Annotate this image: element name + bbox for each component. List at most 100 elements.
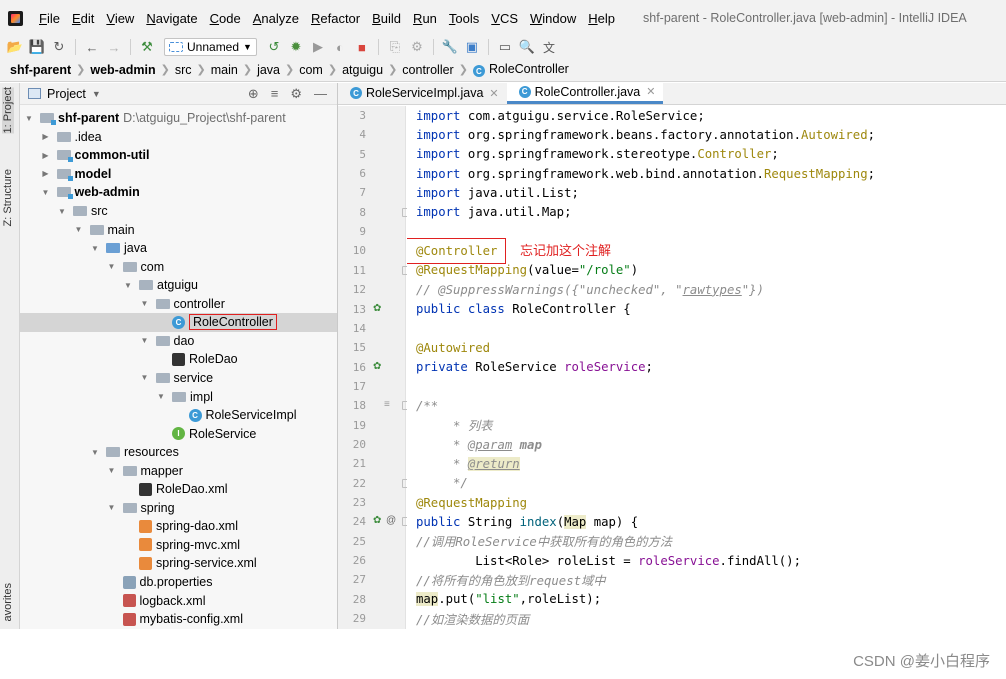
breadcrumb-item[interactable]: web-admin xyxy=(90,63,155,77)
tree-item[interactable]: ▶ common-util xyxy=(20,146,337,165)
tree-item[interactable]: spring-mvc.xml xyxy=(20,536,337,555)
request-mapping-gutter-icon[interactable]: @ xyxy=(386,515,396,526)
chevron-down-icon[interactable]: ▼ xyxy=(24,114,34,123)
menu-run[interactable]: Run xyxy=(407,11,443,26)
project-view-select[interactable]: Project xyxy=(47,87,86,101)
vcs-commit-icon[interactable]: ⚙ xyxy=(408,38,426,56)
chevron-down-icon[interactable]: ▼ xyxy=(123,281,133,290)
chevron-down-icon[interactable]: ▼ xyxy=(92,89,101,99)
tool-tab-favorites[interactable]: avorites xyxy=(2,583,14,622)
gear-icon[interactable]: ⚙ xyxy=(290,86,302,102)
spring-bean-gutter-icon[interactable]: ✿ xyxy=(373,515,381,526)
menu-view[interactable]: View xyxy=(100,11,140,26)
chevron-down-icon[interactable]: ▼ xyxy=(107,262,117,271)
menu-file[interactable]: File xyxy=(33,11,66,26)
tree-item[interactable]: ▶ .idea xyxy=(20,128,337,147)
breadcrumb-item[interactable]: com xyxy=(299,63,323,77)
tree-item[interactable]: ▼ shf-parent D:\atguigu_Project\shf-parent xyxy=(20,109,337,128)
menu-code[interactable]: Code xyxy=(204,11,247,26)
tree-item[interactable]: RoleDao.xml xyxy=(20,480,337,499)
run-configuration-select[interactable]: Unnamed ▼ xyxy=(164,38,257,56)
menu-tools[interactable]: Tools xyxy=(443,11,485,26)
run-with-coverage-icon[interactable]: ▶ xyxy=(309,38,327,56)
menu-analyze[interactable]: Analyze xyxy=(247,11,305,26)
spring-bean-gutter-icon[interactable]: ✿ xyxy=(373,361,381,372)
terminal-icon[interactable]: ▭ xyxy=(496,38,514,56)
stop-icon[interactable]: ■ xyxy=(353,38,371,56)
menu-refactor[interactable]: Refactor xyxy=(305,11,366,26)
tool-tab-structure[interactable]: Z: Structure xyxy=(2,169,14,226)
menu-vcs[interactable]: VCS xyxy=(485,11,524,26)
tree-item[interactable]: ▶ model xyxy=(20,165,337,184)
tree-item[interactable]: ▼ java xyxy=(20,239,337,258)
menu-edit[interactable]: Edit xyxy=(66,11,100,26)
tree-item[interactable]: db.properties xyxy=(20,573,337,592)
chevron-right-icon[interactable]: ▶ xyxy=(41,132,51,141)
spring-bean-gutter-icon[interactable]: ✿ xyxy=(373,303,381,314)
tree-item[interactable]: ▼ main xyxy=(20,220,337,239)
back-arrow-icon[interactable]: ← xyxy=(83,38,101,56)
chevron-down-icon[interactable]: ▼ xyxy=(156,392,166,401)
tree-item[interactable]: ▼ com xyxy=(20,257,337,276)
chevron-down-icon[interactable]: ▼ xyxy=(107,466,117,475)
tree-item[interactable]: ▼ controller xyxy=(20,295,337,314)
debug-bug-icon[interactable]: ✹ xyxy=(287,38,305,56)
tree-item[interactable]: spring-service.xml xyxy=(20,554,337,573)
tree-item[interactable]: ▼ impl xyxy=(20,387,337,406)
menu-help[interactable]: Help xyxy=(582,11,621,26)
tree-item[interactable]: ▼ mapper xyxy=(20,461,337,480)
chevron-down-icon[interactable]: ▼ xyxy=(107,503,117,512)
forward-arrow-icon[interactable]: → xyxy=(105,38,123,56)
tree-item[interactable]: C RoleServiceImpl xyxy=(20,406,337,425)
tree-item[interactable]: mybatis-config.xml xyxy=(20,610,337,629)
chevron-right-icon[interactable]: ▶ xyxy=(41,169,51,178)
chevron-right-icon[interactable]: ▶ xyxy=(41,151,51,160)
tree-item[interactable]: I RoleService xyxy=(20,424,337,443)
tree-item[interactable]: ▼ service xyxy=(20,369,337,388)
chevron-down-icon[interactable]: ▼ xyxy=(41,188,51,197)
save-all-icon[interactable]: 💾 xyxy=(28,38,46,56)
tree-item[interactable]: ▼ atguigu xyxy=(20,276,337,295)
tab-rolecontroller-java[interactable]: C RoleController.java ✕ xyxy=(506,82,664,104)
tree-item[interactable]: C RoleController xyxy=(20,313,337,332)
open-folder-icon[interactable]: 📂 xyxy=(6,38,24,56)
close-icon[interactable]: ✕ xyxy=(489,87,498,100)
rerun-icon[interactable]: ↺ xyxy=(265,38,283,56)
close-icon[interactable]: ✕ xyxy=(646,85,655,98)
chevron-down-icon[interactable]: ▼ xyxy=(140,336,150,345)
breadcrumb-item[interactable]: C RoleController xyxy=(472,62,569,78)
menu-window[interactable]: Window xyxy=(524,11,582,26)
chevron-down-icon[interactable]: ▼ xyxy=(74,225,84,234)
synchronize-icon[interactable]: ↻ xyxy=(50,38,68,56)
tree-item[interactable]: ▼ dao xyxy=(20,332,337,351)
chevron-down-icon[interactable]: ▼ xyxy=(90,448,100,457)
chevron-down-icon[interactable]: ▼ xyxy=(90,244,100,253)
locate-file-icon[interactable]: ⊕ xyxy=(248,86,259,102)
breadcrumb-item[interactable]: shf-parent xyxy=(10,63,71,77)
vcs-update-icon[interactable]: ⎘ xyxy=(386,38,404,56)
breadcrumb-item[interactable]: controller xyxy=(402,63,453,77)
breadcrumb-item[interactable]: atguigu xyxy=(342,63,383,77)
chevron-down-icon[interactable]: ▼ xyxy=(140,373,150,382)
tool-tab-project[interactable]: 1: Project xyxy=(2,87,14,134)
tree-item[interactable]: logback.xml xyxy=(20,591,337,610)
menu-build[interactable]: Build xyxy=(366,11,407,26)
menu-navigate[interactable]: Navigate xyxy=(140,11,203,26)
settings-wrench-icon[interactable]: 🔧 xyxy=(441,38,459,56)
tree-item[interactable]: ▼ spring xyxy=(20,499,337,518)
breadcrumb-item[interactable]: main xyxy=(211,63,238,77)
profile-icon[interactable]: ◐ xyxy=(331,38,349,56)
build-hammer-icon[interactable]: ⚒ xyxy=(138,38,156,56)
tree-item[interactable]: spring-dao.xml xyxy=(20,517,337,536)
render-doc-icon[interactable]: ≡ xyxy=(384,399,390,410)
tree-item[interactable]: ▼ web-admin xyxy=(20,183,337,202)
search-icon[interactable]: 🔍 xyxy=(518,38,536,56)
chevron-down-icon[interactable]: ▼ xyxy=(57,207,67,216)
code-editor[interactable]: 忘记加这个注解 import com.atguigu.service.RoleS… xyxy=(407,106,1006,629)
project-structure-icon[interactable]: ▣ xyxy=(463,38,481,56)
tree-item[interactable]: ▼ resources xyxy=(20,443,337,462)
breadcrumb-item[interactable]: java xyxy=(257,63,280,77)
breadcrumb-item[interactable]: src xyxy=(175,63,192,77)
collapse-all-icon[interactable]: ≡ xyxy=(271,86,279,102)
tree-item[interactable]: RoleDao xyxy=(20,350,337,369)
